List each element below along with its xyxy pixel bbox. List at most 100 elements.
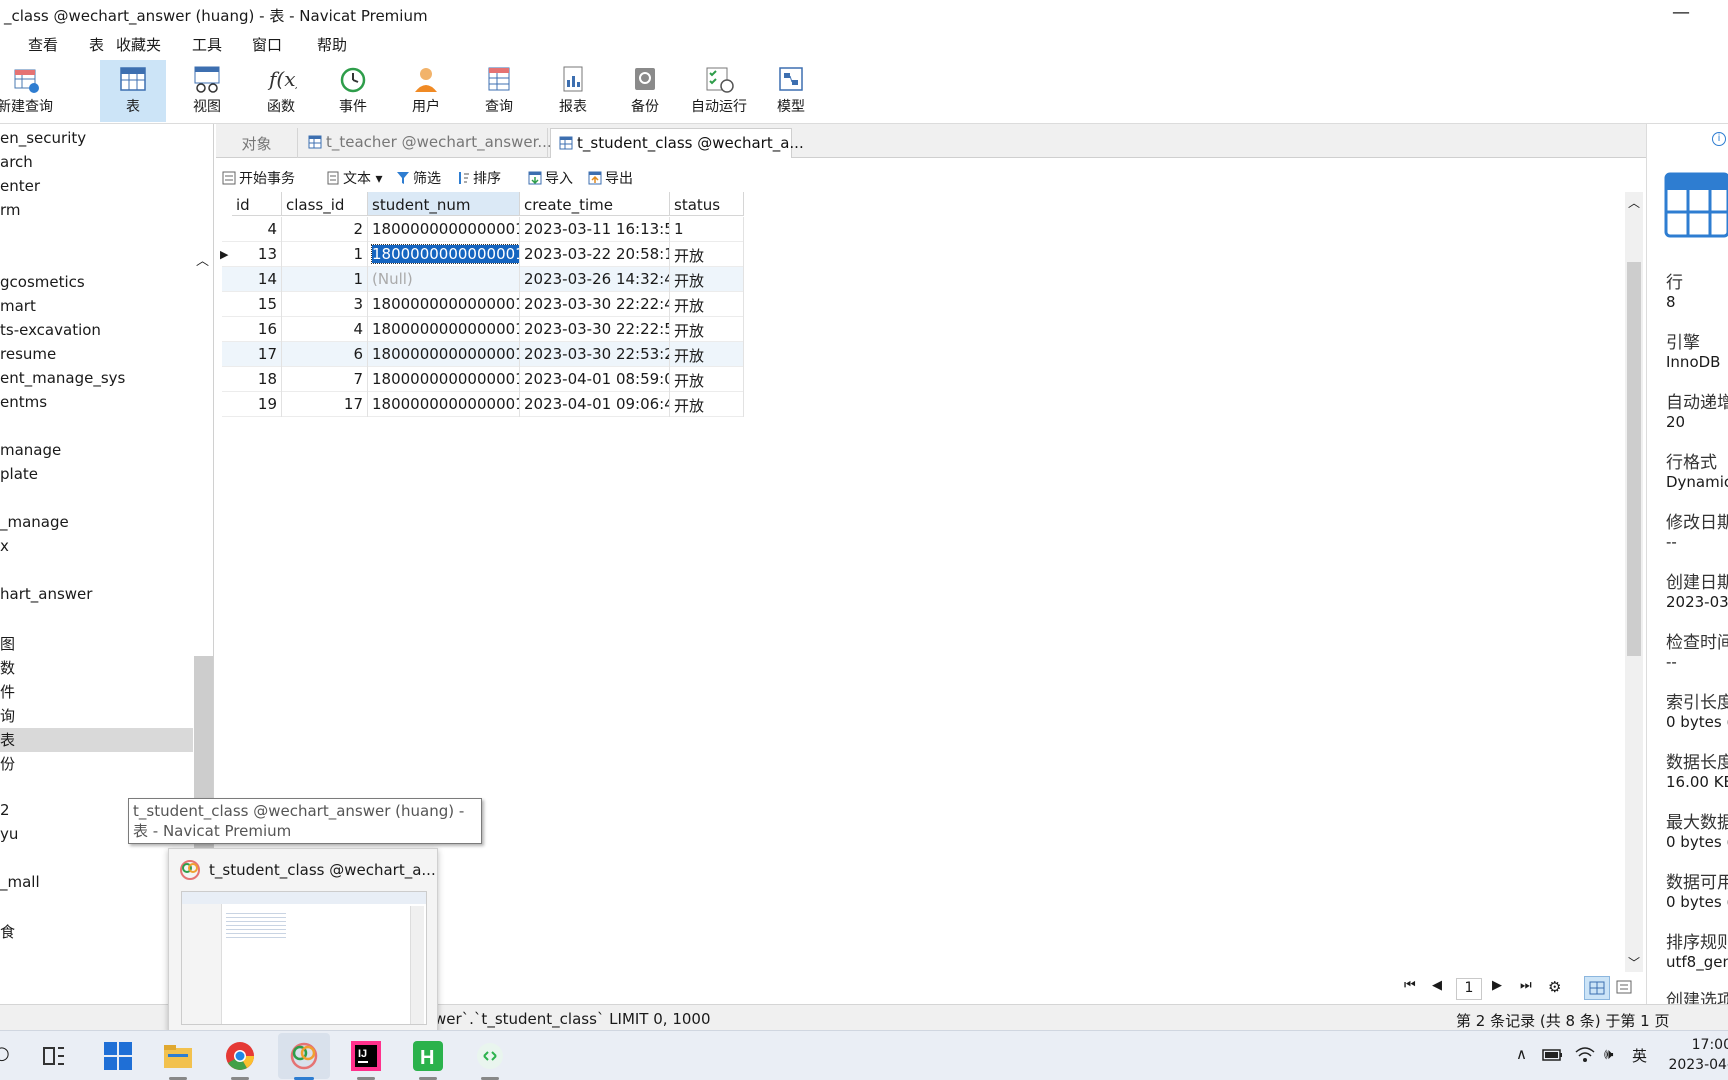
info-icon[interactable]: i: [1712, 132, 1726, 146]
table-button[interactable]: 表: [100, 60, 166, 122]
tab-t-teacher[interactable]: t_teacher @wechart_answer...: [300, 128, 552, 158]
tree-item[interactable]: entms: [0, 393, 47, 411]
file-explorer-icon[interactable]: [162, 1040, 194, 1072]
tray-overflow-icon[interactable]: ∧: [1516, 1045, 1527, 1063]
tab-t-student-class[interactable]: t_student_class @wechart_a...: [550, 128, 804, 158]
cell-student-num-null[interactable]: (Null): [368, 267, 520, 292]
cell-id[interactable]: 17: [232, 342, 282, 367]
first-page-icon[interactable]: ⏮: [1404, 978, 1416, 993]
report-button[interactable]: 报表: [540, 60, 606, 122]
scroll-up-icon[interactable]: ︿: [196, 250, 209, 269]
cell-id[interactable]: 13: [232, 242, 282, 267]
cell-student-num[interactable]: 1800000000000001: [368, 317, 520, 342]
cell-create-time[interactable]: 2023-03-30 22:22:42: [520, 292, 670, 317]
cell-student-num[interactable]: 1800000000000001: [368, 392, 520, 417]
tree-item[interactable]: 数: [0, 657, 15, 678]
cell-id[interactable]: 19: [232, 392, 282, 417]
scroll-down-icon[interactable]: ﹀: [1628, 954, 1640, 971]
cell-id[interactable]: 16: [232, 317, 282, 342]
cell-status[interactable]: 开放: [670, 342, 744, 367]
automation-button[interactable]: 自动运行: [686, 60, 752, 122]
table-row[interactable]: 16 4 1800000000000001 2023-03-30 22:22:5…: [222, 317, 744, 342]
grid-view-button[interactable]: [1584, 976, 1610, 1000]
view-button[interactable]: 视图: [174, 60, 240, 122]
table-row[interactable]: 18 7 1800000000000001 2023-04-01 08:59:0…: [222, 367, 744, 392]
tree-item-wechart-answer[interactable]: hart_answer: [0, 585, 92, 603]
cell-create-time[interactable]: 2023-03-26 14:32:46: [520, 267, 670, 292]
chrome-icon[interactable]: [224, 1040, 256, 1072]
tree-item[interactable]: 图: [0, 633, 15, 654]
tree-item[interactable]: x: [0, 537, 9, 555]
table-row-current[interactable]: ▶ 13 1 1800000000000001 2023-03-22 20:58…: [220, 242, 744, 267]
cell-create-time[interactable]: 2023-03-30 22:53:23: [520, 342, 670, 367]
cell-class-id[interactable]: 1: [282, 267, 368, 292]
tree-item[interactable]: 份: [0, 753, 15, 774]
cell-status[interactable]: 开放: [670, 367, 744, 392]
ime-indicator[interactable]: 英: [1632, 1045, 1647, 1066]
query-button[interactable]: 查询: [466, 60, 532, 122]
menu-table[interactable]: 表: [89, 34, 104, 55]
cell-class-id[interactable]: 17: [282, 392, 368, 417]
tree-item[interactable]: mart: [0, 297, 36, 315]
cell-status[interactable]: 开放: [670, 317, 744, 342]
tree-item[interactable]: 件: [0, 681, 15, 702]
cell-student-num[interactable]: 1800000000000001: [368, 342, 520, 367]
settings-gear-icon[interactable]: ⚙: [1548, 978, 1561, 996]
begin-transaction-button[interactable]: 开始事务: [222, 168, 295, 188]
cell-class-id[interactable]: 3: [282, 292, 368, 317]
grid-scrollbar-thumb[interactable]: [1627, 262, 1641, 656]
table-row[interactable]: 4 2 1800000000000001 2023-03-11 16:13:56…: [222, 217, 744, 242]
cell-status[interactable]: 开放: [670, 242, 744, 267]
tree-item[interactable]: en_security: [0, 129, 86, 147]
cell-status[interactable]: 开放: [670, 267, 744, 292]
column-header-student-num[interactable]: student_num: [368, 192, 520, 216]
column-header-create-time[interactable]: create_time: [520, 192, 670, 216]
cell-student-num[interactable]: 1800000000000001: [368, 367, 520, 392]
column-header-status[interactable]: status: [670, 192, 744, 216]
search-icon[interactable]: ○: [0, 1043, 10, 1064]
cell-id[interactable]: 14: [232, 267, 282, 292]
text-button[interactable]: 文本 ▾: [326, 168, 382, 188]
cell-create-time[interactable]: 2023-03-30 22:22:58: [520, 317, 670, 342]
tree-item[interactable]: manage: [0, 441, 61, 459]
cell-id[interactable]: 18: [232, 367, 282, 392]
tree-item[interactable]: enter: [0, 177, 40, 195]
menu-view[interactable]: 查看: [28, 34, 58, 55]
tree-item[interactable]: 询: [0, 705, 15, 726]
hbuilder-icon[interactable]: H: [412, 1040, 444, 1072]
cell-status[interactable]: 1: [670, 217, 744, 242]
minimize-button[interactable]: —: [1672, 2, 1690, 23]
page-number-field[interactable]: 1: [1456, 978, 1482, 1000]
cell-create-time[interactable]: 2023-04-01 09:06:43: [520, 392, 670, 417]
next-page-icon[interactable]: ▶: [1492, 978, 1502, 993]
cell-create-time[interactable]: 2023-03-22 20:58:16: [520, 242, 670, 267]
sort-button[interactable]: 排序: [456, 168, 501, 188]
cell-class-id[interactable]: 7: [282, 367, 368, 392]
tree-item[interactable]: resume: [0, 345, 56, 363]
prev-page-icon[interactable]: ◀: [1432, 978, 1442, 993]
table-row[interactable]: 14 1 (Null) 2023-03-26 14:32:46 开放: [222, 267, 744, 292]
function-button[interactable]: f(x) 函数: [248, 60, 314, 122]
navicat-taskbar-button[interactable]: [278, 1033, 330, 1079]
scroll-up-icon[interactable]: ︿: [1628, 194, 1640, 211]
tree-item[interactable]: 食: [0, 921, 15, 942]
cell-student-num[interactable]: 1800000000000001: [368, 217, 520, 242]
system-clock[interactable]: 17:00 2023-04-: [1662, 1035, 1728, 1075]
tree-item[interactable]: ts-excavation: [0, 321, 101, 339]
cell-class-id[interactable]: 2: [282, 217, 368, 242]
cell-create-time[interactable]: 2023-03-11 16:13:56: [520, 217, 670, 242]
form-view-button[interactable]: [1612, 976, 1638, 1000]
volume-icon[interactable]: 🕪: [1604, 1045, 1613, 1063]
cell-id[interactable]: 15: [232, 292, 282, 317]
tab-objects[interactable]: 对象: [216, 128, 298, 158]
cell-create-time[interactable]: 2023-04-01 08:59:05: [520, 367, 670, 392]
cell-class-id[interactable]: 4: [282, 317, 368, 342]
column-header-class-id[interactable]: class_id: [282, 192, 368, 216]
table-row[interactable]: 17 6 1800000000000001 2023-03-30 22:53:2…: [222, 342, 744, 367]
windows-start-icon[interactable]: [102, 1040, 134, 1072]
table-row[interactable]: 15 3 1800000000000001 2023-03-30 22:22:4…: [222, 292, 744, 317]
cell-student-num[interactable]: 1800000000000001: [368, 292, 520, 317]
import-button[interactable]: 导入: [528, 168, 573, 188]
tree-item[interactable]: _manage: [0, 513, 69, 531]
cell-class-id[interactable]: 1: [282, 242, 368, 267]
